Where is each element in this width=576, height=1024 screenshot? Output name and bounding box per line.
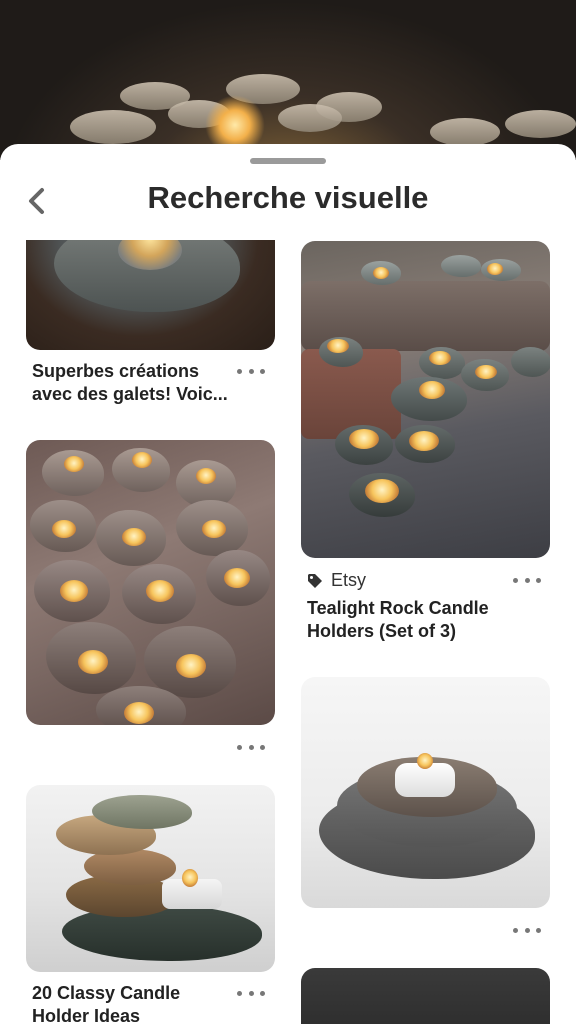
- tag-icon: [308, 573, 322, 588]
- more-options-button[interactable]: [237, 364, 265, 378]
- more-options-button[interactable]: [237, 740, 265, 754]
- background-photo: [0, 0, 576, 160]
- pin-image[interactable]: [301, 241, 550, 558]
- pin-source[interactable]: Etsy: [307, 570, 366, 591]
- pin-caption[interactable]: Tealight Rock Candle Holders (Set of 3): [307, 597, 527, 643]
- pin-image[interactable]: [26, 440, 275, 725]
- pin-image[interactable]: [26, 785, 275, 972]
- more-options-button[interactable]: [513, 923, 541, 937]
- pin-caption[interactable]: 20 Classy Candle Holder Ideas: [32, 982, 232, 1024]
- more-options-button[interactable]: [237, 986, 265, 1000]
- results-feed[interactable]: Superbes créations avec des galets! Voic…: [0, 240, 576, 1024]
- drag-handle[interactable]: [250, 158, 326, 164]
- pin-image[interactable]: [26, 240, 275, 350]
- pin-image[interactable]: [301, 677, 550, 908]
- visual-search-sheet: Recherche visuelle Superbes créations av…: [0, 144, 576, 1024]
- pin-source-label: Etsy: [331, 570, 367, 590]
- more-options-button[interactable]: [513, 573, 541, 587]
- pin-caption[interactable]: Superbes créations avec des galets! Voic…: [32, 360, 237, 406]
- pin-image[interactable]: [301, 968, 550, 1024]
- page-title: Recherche visuelle: [147, 180, 429, 215]
